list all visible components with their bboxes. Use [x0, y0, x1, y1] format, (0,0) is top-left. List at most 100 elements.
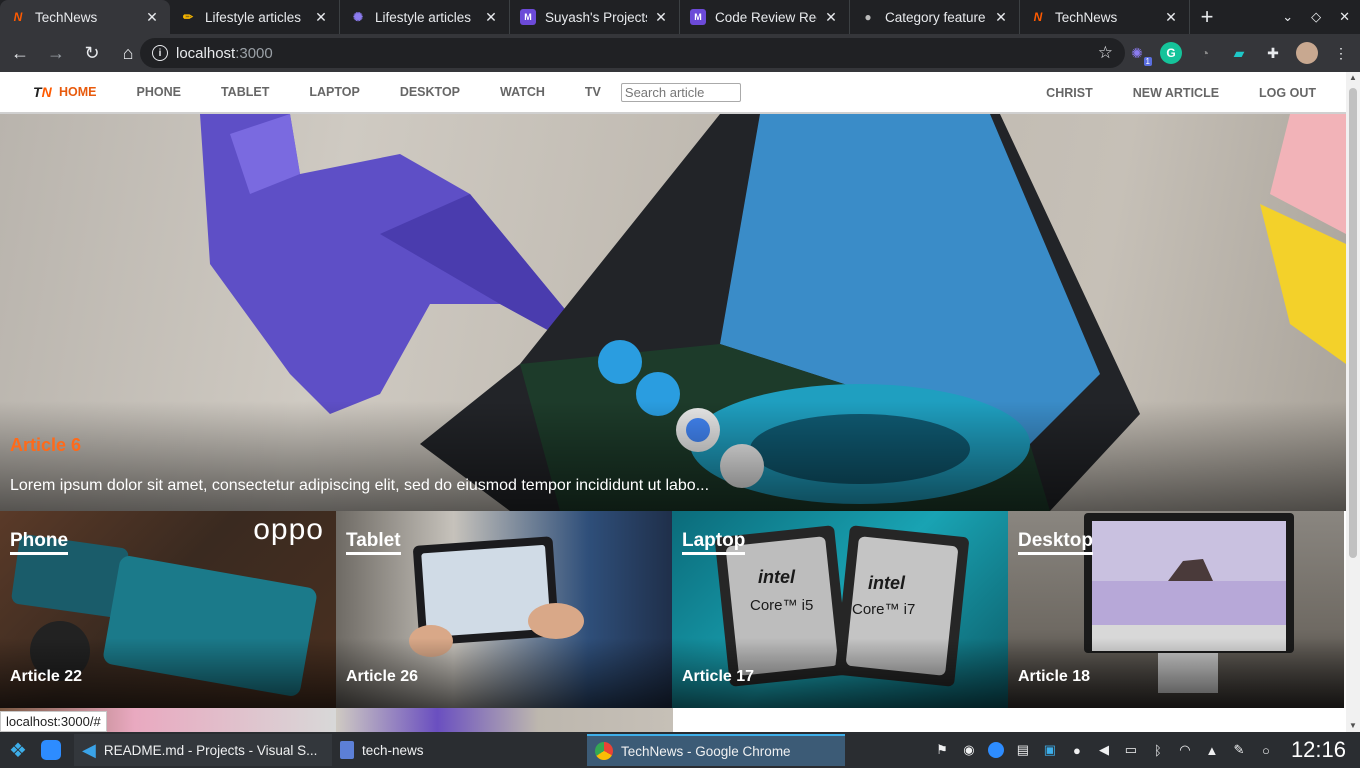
address-host: localhost [176, 44, 236, 62]
close-window-icon[interactable]: ✕ [1339, 9, 1350, 25]
tab-title: Lifestyle articles [375, 9, 472, 25]
site-logo[interactable]: TN [33, 84, 52, 100]
nav-home[interactable]: HOME [59, 85, 97, 99]
chevron-down-icon[interactable]: ⌄ [1282, 9, 1293, 25]
chip-i7-brand: intel [868, 573, 906, 593]
profile-avatar[interactable] [1296, 42, 1318, 64]
forward-button[interactable]: → [40, 37, 72, 69]
tab-code-review[interactable]: M Code Review Req ✕ [680, 0, 850, 34]
card-category[interactable]: Phone [10, 530, 69, 555]
monday-icon: M [690, 9, 706, 25]
pen-icon[interactable]: ✎ [1231, 742, 1247, 758]
grammarly-icon[interactable]: G [1160, 42, 1182, 64]
minimize-icon[interactable]: ◇ [1311, 9, 1321, 25]
sync-icon[interactable]: ◔ [1194, 42, 1216, 64]
extension-gear-icon[interactable]: ✺ 1 [1126, 42, 1152, 66]
task-chrome[interactable]: TechNews - Google Chrome [587, 734, 845, 766]
clock[interactable]: 12:16 [1291, 737, 1346, 763]
task-vscode[interactable]: ◀ README.md - Projects - Visual S... [74, 734, 332, 766]
site-navbar: TN HOME PHONE TABLET LAPTOP DESKTOP WATC… [0, 72, 1346, 114]
nav-laptop[interactable]: LAPTOP [309, 85, 359, 99]
system-tray: ⚑ ◉ ▤ ▣ ● ◀ ▭ ᛒ ◠ ▲ ✎ ○ 12:16 [934, 732, 1360, 768]
tab-technews-2[interactable]: N TechNews ✕ [1020, 0, 1190, 34]
card-peek[interactable] [336, 708, 673, 732]
status-url: localhost:3000/# [0, 711, 107, 732]
chip-i5-label: Core™ i5 [750, 597, 814, 614]
tab-technews[interactable]: N TechNews ✕ [0, 0, 170, 34]
tab-category-feature[interactable]: ● Category feature ✕ [850, 0, 1020, 34]
notifications-icon[interactable]: ⚑ [934, 742, 950, 758]
nav-watch[interactable]: WATCH [500, 85, 545, 99]
search-input[interactable] [620, 82, 741, 102]
tab-title: TechNews [1055, 9, 1118, 25]
lightbulb-icon[interactable]: ● [1069, 742, 1085, 758]
github-icon: ● [864, 10, 872, 24]
scroll-down-icon[interactable]: ▼ [1349, 722, 1357, 730]
bluetooth-icon[interactable]: ᛒ [1150, 742, 1166, 758]
scroll-up-icon[interactable]: ▲ [1349, 74, 1357, 82]
tray-expand-icon[interactable]: ▲ [1204, 742, 1220, 758]
close-icon[interactable]: ✕ [483, 9, 499, 26]
tab-title: Category feature [885, 9, 986, 25]
chrome-icon [595, 742, 613, 760]
task-file-manager[interactable]: tech-news [332, 734, 587, 766]
nav-tablet[interactable]: TABLET [221, 85, 269, 99]
updates-icon[interactable]: ◉ [961, 742, 977, 758]
close-icon[interactable]: ✕ [993, 9, 1009, 26]
nav-desktop[interactable]: DESKTOP [400, 85, 460, 99]
reload-button[interactable]: ↻ [76, 37, 108, 69]
task-label: tech-news [362, 742, 424, 758]
menu-kebab-icon[interactable]: ⋮ [1330, 42, 1352, 64]
close-icon[interactable]: ✕ [653, 9, 669, 26]
wifi-icon[interactable]: ◠ [1177, 742, 1193, 758]
info-icon[interactable]: i [152, 45, 168, 61]
app-launcher-icon[interactable]: ❖ [0, 732, 36, 768]
card-article-title[interactable]: Article 26 [346, 668, 418, 686]
card-tablet[interactable]: Tablet Article 26 [336, 511, 672, 708]
nav-phone[interactable]: PHONE [137, 85, 181, 99]
clipboard-icon[interactable]: ▤ [1015, 742, 1031, 758]
zoom-tray-icon[interactable] [987, 742, 1004, 758]
bookmark-star-icon[interactable]: ☆ [1098, 43, 1113, 63]
card-category[interactable]: Desktop [1018, 530, 1093, 555]
screen-recorder-icon[interactable]: ▰ [1228, 42, 1250, 64]
hero-title[interactable]: Article 6 [10, 435, 81, 456]
hero-article[interactable]: Article 6 Lorem ipsum dolor sit amet, co… [0, 114, 1346, 511]
nav-new-article[interactable]: NEW ARTICLE [1133, 86, 1219, 100]
tab-title: Lifestyle articles [205, 9, 302, 25]
taskbar: ❖ ◀ README.md - Projects - Visual S... t… [0, 732, 1360, 768]
zoom-icon[interactable] [36, 732, 66, 768]
nav-user[interactable]: CHRIST [1046, 86, 1093, 100]
volume-icon[interactable]: ◀ [1096, 742, 1112, 758]
nav-logout[interactable]: LOG OUT [1259, 86, 1316, 100]
close-icon[interactable]: ✕ [144, 9, 160, 26]
extensions-puzzle-icon[interactable]: ✚ [1262, 42, 1284, 64]
new-tab-button[interactable]: + [1190, 0, 1224, 34]
technews-logo-icon: N [1033, 10, 1043, 24]
card-article-title[interactable]: Article 17 [682, 668, 754, 686]
close-icon[interactable]: ✕ [1163, 9, 1179, 26]
close-icon[interactable]: ✕ [313, 9, 329, 26]
card-desktop[interactable]: Desktop Article 18 [1008, 511, 1344, 708]
desktop-toggle-icon[interactable]: ○ [1258, 742, 1274, 758]
card-phone[interactable]: oppo Phone Article 22 [0, 511, 336, 708]
battery-icon[interactable]: ▭ [1123, 742, 1139, 758]
hero-excerpt: Lorem ipsum dolor sit amet, consectetur … [10, 477, 710, 494]
close-icon[interactable]: ✕ [823, 9, 839, 26]
tab-suyash-projects[interactable]: M Suyash's Projects ✕ [510, 0, 680, 34]
web-page: TN HOME PHONE TABLET LAPTOP DESKTOP WATC… [0, 72, 1346, 732]
page-scrollbar[interactable]: ▲ ▼ [1346, 72, 1360, 732]
nav-tv[interactable]: TV [585, 85, 601, 99]
display-icon[interactable]: ▣ [1042, 742, 1058, 758]
back-button[interactable]: ← [4, 37, 36, 69]
tab-lifestyle-1[interactable]: ✏ Lifestyle articles ✕ [170, 0, 340, 34]
card-laptop[interactable]: intel Core™ i5 intel Core™ i7 Laptop Art… [672, 511, 1008, 708]
tab-lifestyle-2[interactable]: ✺ Lifestyle articles ✕ [340, 0, 510, 34]
card-article-title[interactable]: Article 18 [1018, 668, 1090, 686]
card-category[interactable]: Laptop [682, 530, 746, 555]
card-category[interactable]: Tablet [346, 530, 401, 555]
tab-strip: N TechNews ✕ ✏ Lifestyle articles ✕ ✺ Li… [0, 0, 1360, 34]
card-article-title[interactable]: Article 22 [10, 668, 82, 686]
scrollbar-thumb[interactable] [1349, 88, 1357, 558]
address-bar[interactable]: i localhost:3000 ☆ [140, 38, 1125, 68]
